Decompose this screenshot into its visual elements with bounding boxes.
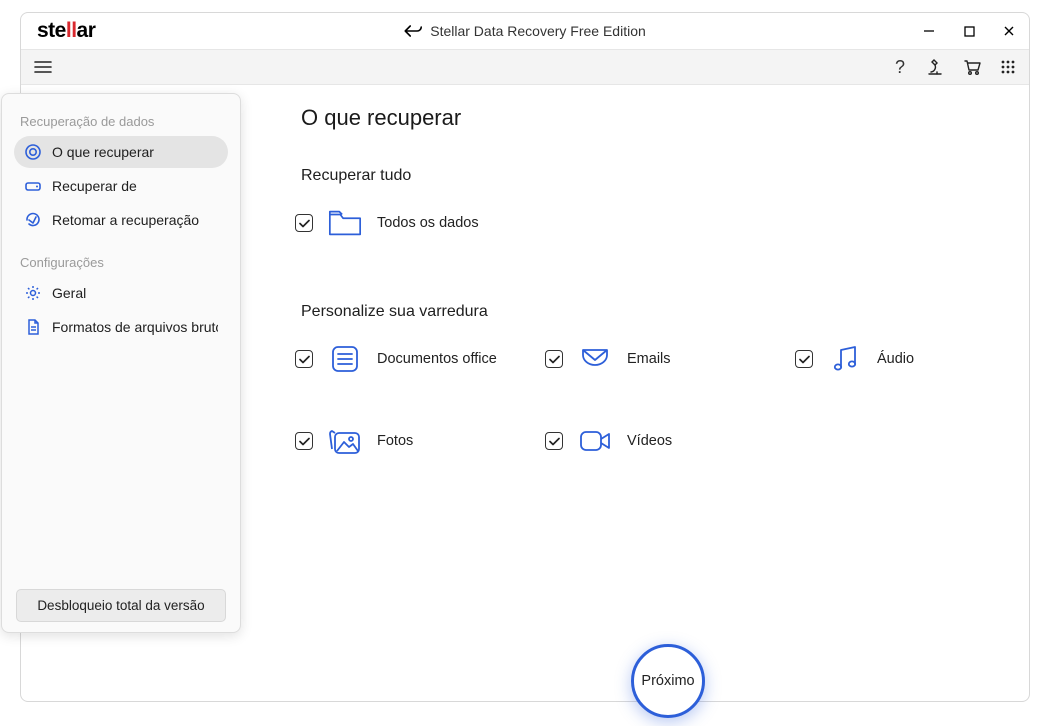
section-customize: Personalize sua varredura [301, 303, 1009, 321]
option-label: Documentos office [377, 351, 497, 367]
toolbar-right: ? [887, 54, 1021, 80]
option-label: Emails [627, 351, 671, 367]
titlebar: stellar Stellar Data Recovery Free Editi… [21, 13, 1029, 49]
sidebar-label: O que recuperar [52, 144, 154, 160]
close-button[interactable] [995, 17, 1023, 45]
sidebar-item-what-recover[interactable]: O que recuperar [14, 136, 228, 168]
sidebar-item-general[interactable]: Geral [14, 277, 228, 309]
sidebar-label: Geral [52, 285, 86, 301]
app-window: stellar Stellar Data Recovery Free Editi… [20, 12, 1030, 702]
option-audio[interactable]: Áudio [795, 341, 1025, 377]
option-photos[interactable]: Fotos [295, 423, 525, 459]
section-recover-all: Recuperar tudo [301, 167, 1009, 185]
cart-icon[interactable] [959, 54, 985, 80]
sidebar-label: Recuperar de [52, 178, 137, 194]
app-title-text: Stellar Data Recovery Free Edition [430, 23, 646, 39]
option-label: Todos os dados [377, 215, 479, 231]
window-controls [915, 17, 1023, 45]
logo-text-suf: ar [77, 19, 96, 42]
logo-text-accent: ll [66, 19, 77, 42]
title-center: Stellar Data Recovery Free Edition [404, 23, 646, 39]
video-icon [577, 423, 613, 459]
sidebar-item-resume[interactable]: Retomar a recuperação [14, 204, 228, 236]
option-label: Vídeos [627, 433, 672, 449]
maximize-button[interactable] [955, 17, 983, 45]
option-all-data[interactable]: Todos os dados [295, 205, 525, 241]
option-videos[interactable]: Vídeos [545, 423, 775, 459]
logo-text-pre: ste [37, 19, 66, 42]
sidebar-item-raw-formats[interactable]: Formatos de arquivos brutos [14, 311, 228, 343]
toolbar: ? [21, 49, 1029, 85]
minimize-button[interactable] [915, 17, 943, 45]
sidebar-section-settings: Configurações [10, 249, 232, 276]
checkbox-audio[interactable] [795, 350, 813, 368]
sidebar-item-recover-from[interactable]: Recuperar de [14, 170, 228, 202]
resume-icon [24, 211, 42, 229]
unlock-full-version-button[interactable]: Desbloqueio total da versão [16, 589, 226, 622]
email-icon [577, 341, 613, 377]
checkbox-photos[interactable] [295, 432, 313, 450]
help-button[interactable]: ? [887, 54, 913, 80]
music-icon [827, 341, 863, 377]
document-icon [327, 341, 363, 377]
sidebar-section-recovery: Recuperação de dados [10, 108, 232, 135]
sidebar-label: Formatos de arquivos brutos [52, 319, 218, 335]
page-title: O que recuperar [291, 105, 1009, 131]
apps-grid-icon[interactable] [995, 54, 1021, 80]
drive-icon [24, 177, 42, 195]
checkbox-all-data[interactable] [295, 214, 313, 232]
main-content: O que recuperar Recuperar tudo Todos os … [291, 105, 1009, 651]
sidebar: Recuperação de dados O que recuperar Rec… [1, 93, 241, 633]
checkbox-emails[interactable] [545, 350, 563, 368]
microscope-icon[interactable] [923, 54, 949, 80]
sidebar-label: Retomar a recuperação [52, 212, 199, 228]
option-documents[interactable]: Documentos office [295, 341, 525, 377]
next-button-label: Próximo [641, 673, 694, 689]
app-logo: stellar [37, 19, 95, 43]
checkbox-documents[interactable] [295, 350, 313, 368]
option-label: Áudio [877, 351, 914, 367]
gear-icon [24, 284, 42, 302]
option-label: Fotos [377, 433, 413, 449]
target-icon [24, 143, 42, 161]
back-arrow-icon[interactable] [404, 24, 422, 38]
next-button[interactable]: Próximo [631, 644, 705, 718]
checkbox-videos[interactable] [545, 432, 563, 450]
option-emails[interactable]: Emails [545, 341, 775, 377]
photo-icon [327, 423, 363, 459]
folder-icon [327, 205, 363, 241]
file-icon [24, 318, 42, 336]
menu-button[interactable] [29, 53, 57, 81]
